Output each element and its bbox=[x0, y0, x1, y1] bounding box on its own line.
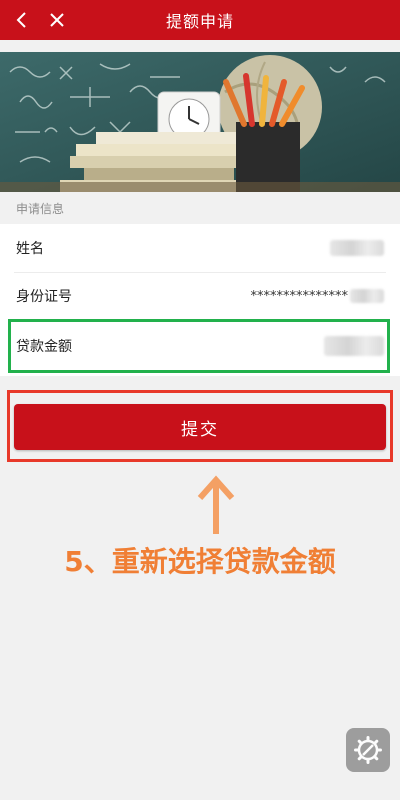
amount-value[interactable] bbox=[324, 336, 384, 356]
banner-image bbox=[0, 52, 400, 192]
id-value: *************** bbox=[250, 288, 384, 304]
name-label: 姓名 bbox=[16, 241, 44, 257]
close-icon bbox=[50, 13, 64, 27]
id-value-tail-blurred bbox=[350, 289, 384, 303]
amount-label: 贷款金额 bbox=[16, 339, 72, 355]
name-value bbox=[330, 240, 384, 256]
id-value-masked: *************** bbox=[250, 288, 349, 304]
name-row: 姓名 bbox=[0, 224, 400, 272]
application-form: 姓名 身份证号 *************** 贷款金额 bbox=[0, 224, 400, 376]
instruction-text: 5、重新选择贷款金额 bbox=[64, 545, 336, 578]
floating-settings-button[interactable] bbox=[346, 728, 390, 772]
chevron-left-icon bbox=[16, 12, 26, 28]
header-bar: 提额申请 bbox=[0, 0, 400, 40]
id-label: 身份证号 bbox=[16, 289, 72, 305]
amount-value-blurred bbox=[324, 336, 384, 356]
up-arrow-icon bbox=[197, 475, 235, 534]
section-label: 申请信息 bbox=[16, 202, 65, 216]
settings-tool-icon bbox=[354, 736, 382, 764]
back-button[interactable] bbox=[10, 8, 34, 32]
amount-row[interactable]: 贷款金额 bbox=[0, 322, 400, 370]
submit-button[interactable]: 提交 bbox=[14, 404, 386, 450]
divider bbox=[14, 320, 386, 321]
page-title: 提额申请 bbox=[165, 12, 234, 31]
close-button[interactable] bbox=[45, 8, 69, 32]
name-value-blurred bbox=[330, 240, 384, 256]
id-row: 身份证号 *************** bbox=[0, 272, 400, 320]
